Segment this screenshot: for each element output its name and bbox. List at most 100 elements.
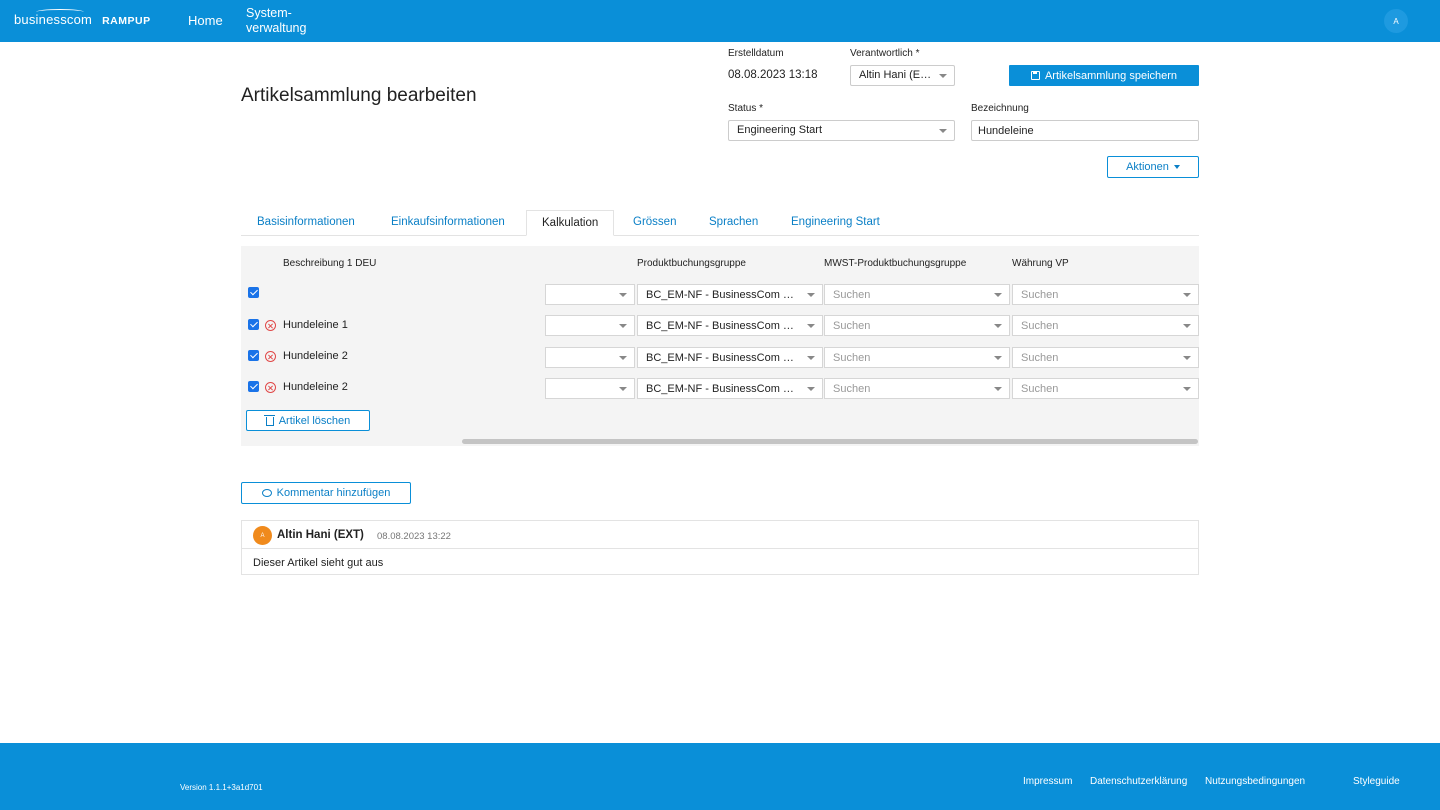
mwst-placeholder: Suchen [833, 320, 871, 332]
status-value: Engineering Start [737, 124, 822, 136]
comment-icon [261, 489, 272, 497]
produktbuchungsgruppe-select[interactable]: BC_EM-NF - BusinessCom Einkauf [637, 315, 823, 336]
trash-icon [264, 415, 276, 426]
page-title: Artikelsammlung bearbeiten [241, 85, 477, 106]
add-comment-label: Kommentar hinzufügen [276, 487, 391, 499]
add-comment-button[interactable]: Kommentar hinzufügen [241, 482, 411, 504]
bezeichnung-input[interactable]: Hundeleine [971, 120, 1199, 141]
delete-articles-button[interactable]: Artikel löschen [246, 410, 370, 431]
chevron-down-icon [994, 293, 1002, 297]
produktbuchungsgruppe-select[interactable]: BC_EM-NF - BusinessCom Einkauf [637, 378, 823, 399]
waehrung-placeholder: Suchen [1021, 320, 1059, 332]
footer-link-impressum[interactable]: Impressum [1023, 776, 1072, 787]
top-navbar: businesscom RAMPUP Home System- verwaltu… [0, 0, 1440, 42]
logo-product: RAMPUP [102, 15, 151, 27]
nav-system-line2: verwaltung [246, 21, 307, 35]
row-description: Hundeleine 2 [283, 381, 348, 393]
nav-home[interactable]: Home [188, 13, 223, 28]
save-collection-button[interactable]: Artikelsammlung speichern [1009, 65, 1199, 86]
column-header-beschreibung[interactable]: Beschreibung 1 DEU [283, 258, 376, 269]
save-button-label: Artikelsammlung speichern [1044, 69, 1178, 82]
chevron-down-icon [619, 293, 627, 297]
cell-select[interactable] [545, 284, 635, 305]
article-grid: Beschreibung 1 DEU Produktbuchungsgruppe… [241, 246, 1199, 446]
cell-select[interactable] [545, 315, 635, 336]
chevron-down-icon [807, 387, 815, 391]
brand-logo[interactable]: businesscom RAMPUP [14, 9, 151, 27]
waehrung-placeholder: Suchen [1021, 289, 1059, 301]
verantwortlich-select[interactable]: Altin Hani (EXT) [850, 65, 955, 86]
chevron-down-icon [619, 387, 627, 391]
remove-icon[interactable] [265, 351, 276, 362]
footer-link-datenschutz[interactable]: Datenschutzerklärung [1090, 776, 1187, 787]
comment-author: Altin Hani (EXT) [277, 529, 364, 541]
chevron-down-icon [807, 293, 815, 297]
cell-select[interactable] [545, 378, 635, 399]
comment-text: Dieser Artikel sieht gut aus [253, 557, 384, 569]
chevron-down-icon [1173, 165, 1180, 169]
tab-kalkulation[interactable]: Kalkulation [526, 210, 615, 236]
chevron-down-icon [619, 324, 627, 328]
chevron-down-icon [939, 74, 947, 78]
waehrung-select[interactable]: Suchen [1012, 378, 1199, 399]
tab-sprachen[interactable]: Sprachen [709, 210, 758, 236]
waehrung-select[interactable]: Suchen [1012, 284, 1199, 305]
produktbuchungsgruppe-value: BC_EM-NF - BusinessCom Einkauf [646, 289, 820, 301]
user-avatar[interactable]: A [1384, 9, 1408, 33]
waehrung-select[interactable]: Suchen [1012, 315, 1199, 336]
horizontal-scrollbar[interactable] [462, 439, 1198, 444]
mwst-select[interactable]: Suchen [824, 284, 1010, 305]
row-checkbox[interactable] [248, 350, 259, 361]
mwst-select[interactable]: Suchen [824, 378, 1010, 399]
waehrung-placeholder: Suchen [1021, 352, 1059, 364]
produktbuchungsgruppe-select[interactable]: BC_EM-NF - BusinessCom Einkauf [637, 284, 823, 305]
cell-select[interactable] [545, 347, 635, 368]
tab-bar: Basisinformationen Einkaufsinformationen… [241, 210, 1199, 236]
row-checkbox[interactable] [248, 319, 259, 330]
comment-card: A Altin Hani (EXT) 08.08.2023 13:22 Dies… [241, 520, 1199, 575]
save-icon [1030, 71, 1040, 80]
column-header-mwst[interactable]: MWST-Produktbuchungsgruppe [824, 258, 966, 269]
chevron-down-icon [994, 356, 1002, 360]
tab-einkaufsinformationen[interactable]: Einkaufsinformationen [391, 210, 505, 236]
remove-icon[interactable] [265, 320, 276, 331]
column-header-produktbuchungsgruppe[interactable]: Produktbuchungsgruppe [637, 258, 746, 269]
status-select[interactable]: Engineering Start [728, 120, 955, 141]
aktionen-label: Aktionen [1126, 161, 1169, 173]
erstelldatum-label: Erstelldatum [728, 48, 784, 59]
tab-basisinformationen[interactable]: Basisinformationen [257, 210, 355, 236]
status-label: Status * [728, 103, 764, 114]
produktbuchungsgruppe-select[interactable]: BC_EM-NF - BusinessCom Einkauf [637, 347, 823, 368]
mwst-placeholder: Suchen [833, 352, 871, 364]
remove-icon[interactable] [265, 382, 276, 393]
row-checkbox[interactable] [248, 287, 259, 298]
chevron-down-icon [1183, 387, 1191, 391]
mwst-select[interactable]: Suchen [824, 315, 1010, 336]
waehrung-select[interactable]: Suchen [1012, 347, 1199, 368]
nav-systemverwaltung[interactable]: System- verwaltung [246, 6, 326, 36]
row-description: Hundeleine 2 [283, 350, 348, 362]
version-text: Version 1.1.1+3a1d701 [180, 783, 263, 792]
chevron-down-icon [1183, 293, 1191, 297]
footer-link-styleguide[interactable]: Styleguide [1353, 776, 1400, 787]
tab-engineering-start[interactable]: Engineering Start [791, 210, 880, 236]
comment-avatar: A [253, 526, 272, 545]
comment-timestamp: 08.08.2023 13:22 [377, 531, 451, 542]
column-header-waehrung[interactable]: Währung VP [1012, 258, 1069, 269]
tab-groessen[interactable]: Grössen [633, 210, 676, 236]
chevron-down-icon [1183, 356, 1191, 360]
erstelldatum-value: 08.08.2023 13:18 [728, 69, 818, 81]
comment-header: A Altin Hani (EXT) 08.08.2023 13:22 [242, 521, 1198, 549]
chevron-down-icon [994, 387, 1002, 391]
mwst-placeholder: Suchen [833, 289, 871, 301]
footer-link-nutzungsbedingungen[interactable]: Nutzungsbedingungen [1205, 776, 1305, 787]
row-checkbox[interactable] [248, 381, 259, 392]
bezeichnung-label: Bezeichnung [971, 103, 1029, 114]
chevron-down-icon [807, 324, 815, 328]
aktionen-dropdown-button[interactable]: Aktionen [1107, 156, 1199, 178]
mwst-placeholder: Suchen [833, 383, 871, 395]
produktbuchungsgruppe-value: BC_EM-NF - BusinessCom Einkauf [646, 320, 820, 332]
produktbuchungsgruppe-value: BC_EM-NF - BusinessCom Einkauf [646, 352, 820, 364]
mwst-select[interactable]: Suchen [824, 347, 1010, 368]
waehrung-placeholder: Suchen [1021, 383, 1059, 395]
